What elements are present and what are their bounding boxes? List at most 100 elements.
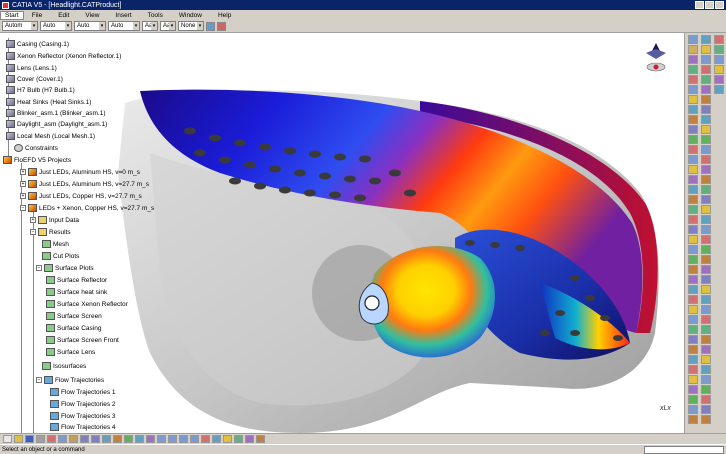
expand-icon[interactable]: + [20,193,26,199]
tool-icon[interactable] [701,385,711,394]
tool-icon[interactable] [701,85,711,94]
collapse-icon[interactable]: − [36,377,42,383]
view-tool-icon[interactable] [124,435,133,443]
tree-node-cut-plots[interactable]: Cut Plots [42,251,79,261]
tool-icon[interactable] [701,345,711,354]
tool-icon[interactable] [701,205,711,214]
redo-icon[interactable] [91,435,100,443]
tool-icon[interactable] [688,35,698,44]
menu-start[interactable]: Start [0,10,24,20]
tool-icon[interactable] [701,325,711,334]
tool-icon[interactable] [688,125,698,134]
tree-node-isosurfaces[interactable]: Isosurfaces [42,361,86,371]
tool-icon[interactable] [688,205,698,214]
tool-icon[interactable] [688,405,698,414]
tool-icon[interactable] [688,365,698,374]
tree-node-project[interactable]: + Just LEDs, Aluminum HS, v=27.7 m_s [20,179,149,189]
expand-icon[interactable]: + [30,217,36,223]
tree-node-trajectory[interactable]: Flow Trajectories 3 [50,411,116,421]
normal-view-icon[interactable] [201,435,210,443]
tree-node-surface[interactable]: Surface heat sink [46,287,107,297]
tool-icon[interactable] [701,145,711,154]
pan-icon[interactable] [157,435,166,443]
tree-node-trajectory[interactable]: Flow Trajectories 4 [50,422,116,432]
tree-node-part[interactable]: Blinker_asm.1 (Blinker_asm.1) [6,108,106,118]
zoom-out-icon[interactable] [190,435,199,443]
tree-node-part[interactable]: H7 Bulb (H7 Bulb.1) [6,85,75,95]
tree-node-surface[interactable]: Surface Casing [46,323,101,333]
fly-mode-icon[interactable] [135,435,144,443]
undo-icon[interactable] [80,435,89,443]
tool-icon[interactable] [701,185,711,194]
tool-icon[interactable] [688,305,698,314]
fit-all-icon[interactable] [146,435,155,443]
tool-icon[interactable] [688,195,698,204]
tool-icon[interactable] [701,115,711,124]
tool-icon[interactable] [701,75,711,84]
measure-icon[interactable] [256,435,265,443]
tool-icon[interactable] [688,385,698,394]
tool-icon[interactable] [688,135,698,144]
tool-icon[interactable] [701,55,711,64]
close-button[interactable] [715,1,724,9]
line-type-select[interactable]: Auto ▾ [108,21,140,31]
tool-icon[interactable] [688,415,698,424]
tree-node-constraints[interactable]: Constraints [14,143,58,153]
tool-icon[interactable] [701,375,711,384]
new-icon[interactable] [3,435,12,443]
tool-icon[interactable] [701,415,711,424]
point-symbol-select[interactable]: Aa ▾ [142,21,158,31]
collapse-icon[interactable]: − [20,205,26,211]
tool-icon[interactable] [701,165,711,174]
tree-node-project[interactable]: + Just LEDs, Aluminum HS, v=0 m_s [20,167,140,177]
tree-node-results[interactable]: − Results [30,227,71,237]
tool-icon[interactable] [701,235,711,244]
rendering-style-select[interactable]: None ▾ [178,21,204,31]
tool-icon[interactable] [688,115,698,124]
tool-icon[interactable] [688,75,698,84]
tool-icon[interactable] [714,85,724,94]
compass-icon[interactable] [640,41,672,77]
tree-node-part[interactable]: Casing (Casing.1) [6,39,69,49]
tree-node-input-data[interactable]: + Input Data [30,215,79,225]
tool-icon[interactable] [688,175,698,184]
tool-icon[interactable] [701,245,711,254]
tool-icon[interactable] [701,195,711,204]
tool-icon[interactable] [688,155,698,164]
command-input[interactable] [644,445,724,454]
tool-icon[interactable] [701,215,711,224]
tree-node-flow-trajectories[interactable]: − Flow Trajectories [36,375,104,385]
tool-icon[interactable] [688,295,698,304]
cut-icon[interactable] [47,435,56,443]
tool-icon[interactable] [701,105,711,114]
tool-icon[interactable] [688,395,698,404]
print-icon[interactable] [36,435,45,443]
copy-icon[interactable] [58,435,67,443]
expand-icon[interactable]: + [20,169,26,175]
tool-icon[interactable] [688,245,698,254]
tree-node-part[interactable]: Lens (Lens.1) [6,63,57,73]
tool-icon[interactable] [688,145,698,154]
tool-icon[interactable] [688,55,698,64]
tool-icon[interactable] [688,105,698,114]
layer-select[interactable]: Aa ▾ [160,21,176,31]
tool-icon[interactable] [701,35,711,44]
tool-icon[interactable] [701,335,711,344]
tree-node-projects[interactable]: FloEFD V5 Projects [3,155,71,165]
tool-icon[interactable] [688,95,698,104]
tree-node-surface[interactable]: Surface Reflector [46,275,107,285]
save-icon[interactable] [25,435,34,443]
tool-icon[interactable] [701,405,711,414]
tool-icon[interactable] [701,135,711,144]
menu-tools[interactable]: Tools [140,12,171,19]
menu-help[interactable]: Help [210,12,239,19]
transparency-select[interactable]: Auto ▾ [40,21,72,31]
tool-icon[interactable] [714,75,724,84]
tool-icon[interactable] [688,265,698,274]
tree-node-surface-plots[interactable]: − Surface Plots [36,263,94,273]
tree-node-surface[interactable]: Surface Screen Front [46,335,119,345]
expand-icon[interactable]: + [20,181,26,187]
iso-view-icon[interactable] [212,435,221,443]
tool-icon[interactable] [701,155,711,164]
tool-icon[interactable] [714,35,724,44]
